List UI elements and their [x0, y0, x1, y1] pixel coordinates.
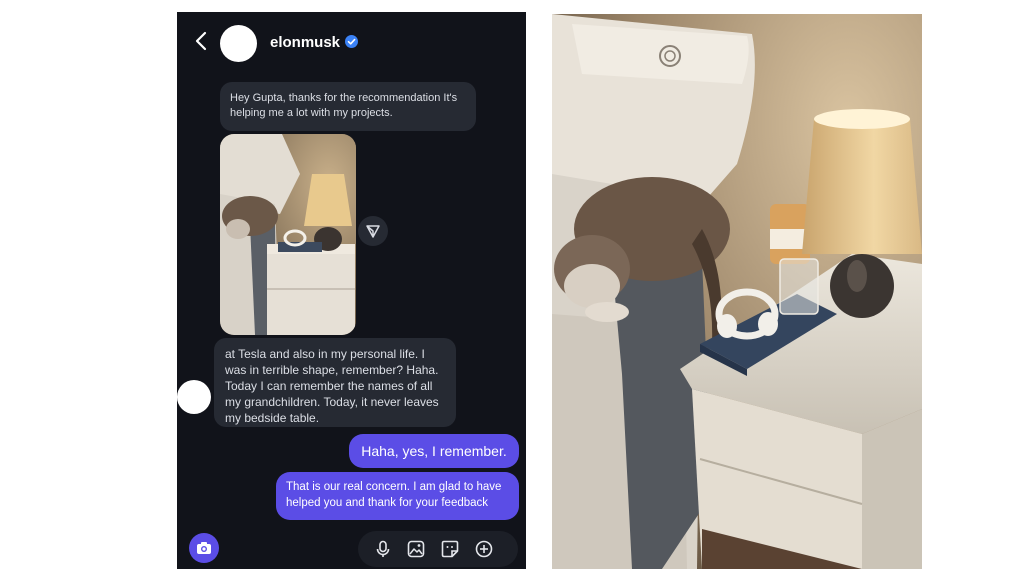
shared-photo-image: [220, 134, 356, 335]
outgoing-message-bubble[interactable]: Haha, yes, I remember.: [349, 434, 519, 468]
plus-circle-icon[interactable]: [475, 540, 493, 558]
bedside-photo-image: [552, 14, 922, 569]
chat-header: elonmusk: [177, 12, 526, 74]
incoming-message-bubble[interactable]: Hey Gupta, thanks for the recommendation…: [220, 82, 476, 131]
chat-screen: elonmusk Hey Gupta, thanks for the recom…: [177, 12, 526, 569]
send-arrow-icon: [366, 225, 380, 238]
share-button[interactable]: [358, 216, 388, 246]
camera-button[interactable]: [189, 533, 219, 563]
camera-icon: [197, 542, 211, 554]
sender-avatar[interactable]: [177, 380, 211, 414]
composer-tools: [358, 531, 518, 567]
incoming-message-bubble[interactable]: at Tesla and also in my personal life. I…: [214, 338, 456, 427]
back-icon[interactable]: [191, 30, 213, 52]
bedside-photo: [552, 14, 922, 569]
sticker-icon[interactable]: [441, 540, 459, 558]
verified-badge-icon: [345, 35, 358, 48]
gallery-icon[interactable]: [407, 540, 425, 558]
contact-avatar[interactable]: [220, 25, 257, 62]
shared-photo[interactable]: [220, 134, 356, 335]
message-composer: [177, 527, 526, 569]
contact-username[interactable]: elonmusk: [270, 34, 340, 51]
outgoing-message-bubble[interactable]: That is our real concern. I am glad to h…: [276, 472, 519, 520]
microphone-icon[interactable]: [374, 540, 392, 558]
